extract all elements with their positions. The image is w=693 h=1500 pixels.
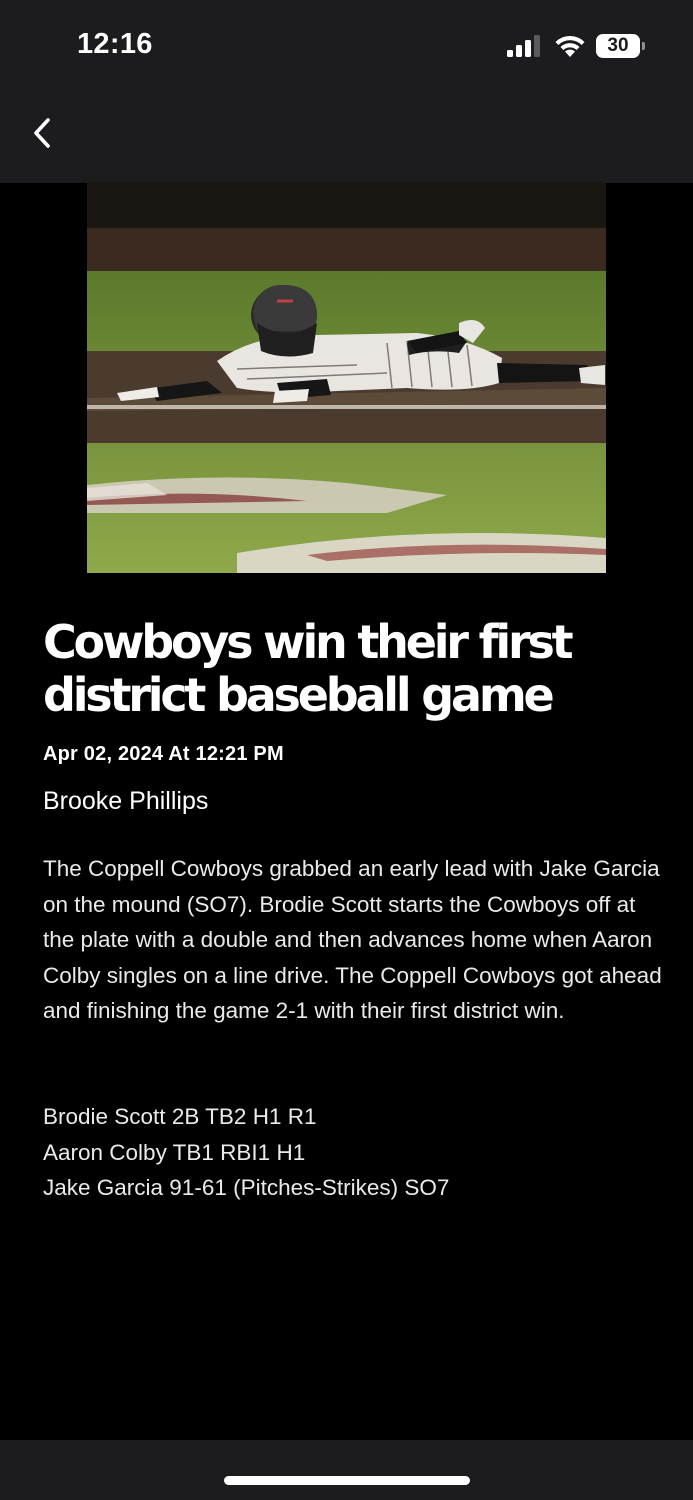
stat-line: Aaron Colby TB1 RBI1 H1 bbox=[43, 1139, 306, 1165]
chevron-left-icon bbox=[34, 118, 50, 148]
stat-line: Jake Garcia 91-61 (Pitches-Strikes) SO7 bbox=[43, 1175, 450, 1200]
article-stats: Brodie Scott 2B TB2 H1 R1 Aaron Colby TB… bbox=[43, 1099, 663, 1206]
article-date: Apr 02, 2024 At 12:21 PM bbox=[43, 743, 284, 765]
article-body: The Coppell Cowboys grabbed an early lea… bbox=[43, 856, 662, 1023]
status-time: 12:16 bbox=[77, 28, 153, 60]
battery-cap bbox=[642, 42, 645, 50]
battery-level: 30 bbox=[607, 35, 629, 56]
stat-line: Brodie Scott 2B TB2 H1 R1 bbox=[43, 1104, 317, 1129]
cellular-signal-icon bbox=[507, 35, 540, 57]
article-headline: Cowboys win their first district basebal… bbox=[43, 615, 574, 722]
home-indicator[interactable] bbox=[224, 1476, 470, 1485]
back-button[interactable] bbox=[22, 110, 62, 156]
article-hero-image bbox=[87, 183, 606, 573]
battery-indicator: 30 bbox=[596, 34, 645, 58]
wifi-icon bbox=[555, 35, 585, 57]
bottom-bar bbox=[0, 1440, 693, 1500]
article-author: Brooke Phillips bbox=[43, 787, 209, 815]
